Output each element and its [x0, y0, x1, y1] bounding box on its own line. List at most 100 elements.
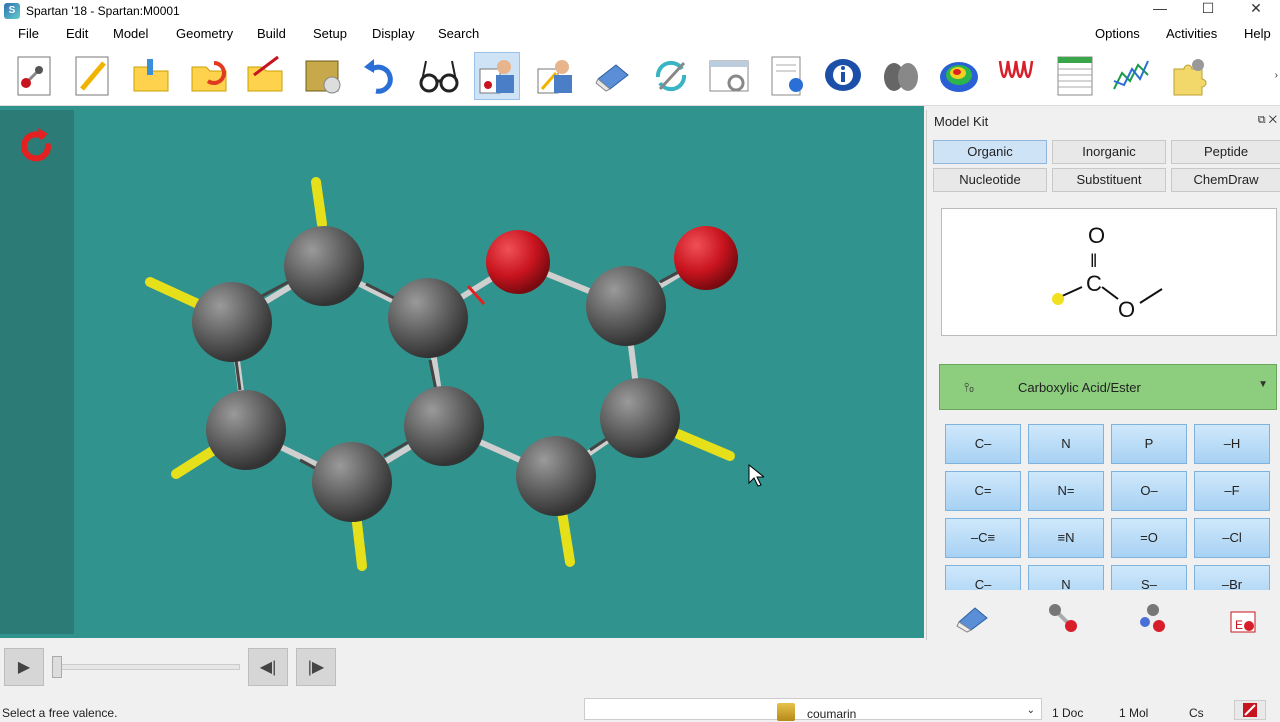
- preview-bond-top: ‖: [1090, 251, 1097, 271]
- frag-carbon-alt[interactable]: C–: [945, 565, 1021, 590]
- animation-controls: ▶ ◀| |▶: [0, 640, 1280, 696]
- bond-icon[interactable]: [1045, 600, 1081, 634]
- spectra-icon[interactable]: [994, 52, 1040, 100]
- info-icon[interactable]: [820, 52, 866, 100]
- preview-atom-top: O: [1088, 223, 1105, 248]
- menu-setup[interactable]: Setup: [313, 26, 347, 41]
- slider-thumb[interactable]: [52, 656, 62, 678]
- view-icon[interactable]: [416, 52, 462, 100]
- eraser-icon[interactable]: [955, 600, 991, 634]
- frag-sp2-nitrogen[interactable]: N=: [1028, 471, 1104, 511]
- open-icon[interactable]: [128, 52, 174, 100]
- status-bar: Select a free valence. coumarin ⌄ 1 Doc …: [0, 698, 1280, 721]
- status-action-button[interactable]: [1234, 700, 1266, 720]
- frag-nitrogen-alt[interactable]: N: [1028, 565, 1104, 590]
- menu-options[interactable]: Options: [1095, 26, 1140, 41]
- tab-nucleotide[interactable]: Nucleotide: [933, 168, 1047, 192]
- tab-organic[interactable]: Organic: [933, 140, 1047, 164]
- document-icon: [777, 703, 795, 721]
- close-button[interactable]: ✕: [1232, 0, 1280, 18]
- spreadsheet-icon[interactable]: [1052, 52, 1098, 100]
- title-bar: S Spartan '18 - Spartan:M0001 — ☐ ✕: [0, 0, 1280, 22]
- tab-chemdraw[interactable]: ChemDraw: [1171, 168, 1280, 192]
- frag-sp-carbon[interactable]: –C≡: [945, 518, 1021, 558]
- mouse-cursor-icon: [748, 464, 764, 487]
- fragment-group-select[interactable]: ⫯ₒ Carboxylic Acid/Ester ▼: [939, 364, 1277, 410]
- frag-hydrogen[interactable]: –H: [1194, 424, 1270, 464]
- frag-sp3-carbon[interactable]: C–: [945, 424, 1021, 464]
- window-title: Spartan '18 - Spartan:M0001: [26, 4, 180, 18]
- menu-geometry[interactable]: Geometry: [176, 26, 233, 41]
- frag-chlorine[interactable]: –Cl: [1194, 518, 1270, 558]
- tab-inorganic[interactable]: Inorganic: [1052, 140, 1166, 164]
- frag-oxygen[interactable]: O–: [1111, 471, 1187, 511]
- add-fragment-icon[interactable]: [474, 52, 520, 100]
- frag-bromine[interactable]: –Br: [1194, 565, 1270, 590]
- minimize-icon[interactable]: [648, 52, 694, 100]
- preview-atom-center: C: [1086, 271, 1102, 296]
- save-as-icon[interactable]: [300, 52, 346, 100]
- animation-slider[interactable]: [54, 664, 240, 670]
- menu-help[interactable]: Help: [1244, 26, 1271, 41]
- delete-icon[interactable]: [590, 52, 636, 100]
- menu-activities[interactable]: Activities: [1166, 26, 1217, 41]
- molecule-3d-model[interactable]: [0, 106, 924, 638]
- svg-text:E: E: [1235, 618, 1243, 632]
- new-build-icon[interactable]: [12, 52, 58, 100]
- step-forward-button[interactable]: |▶: [296, 648, 336, 686]
- menu-display[interactable]: Display: [372, 26, 415, 41]
- save-icon[interactable]: [242, 52, 288, 100]
- mol-count: 1 Mol: [1119, 706, 1149, 720]
- element-icon[interactable]: E: [1225, 600, 1261, 634]
- model-kit-title: Model Kit: [934, 114, 989, 129]
- status-message: Select a free valence.: [2, 706, 118, 720]
- point-group: Cs: [1189, 706, 1204, 720]
- free-valence-dot: [1052, 293, 1064, 305]
- chevron-down-icon: ▼: [1258, 379, 1268, 390]
- play-button[interactable]: ▶: [4, 648, 44, 686]
- atoms-icon[interactable]: [1135, 600, 1171, 634]
- output-icon[interactable]: [764, 52, 810, 100]
- carboxylic-acid-icon: ⫯ₒ: [964, 379, 974, 394]
- frag-phosphorus[interactable]: P: [1111, 424, 1187, 464]
- edit-icon[interactable]: [70, 52, 116, 100]
- frag-sp-nitrogen[interactable]: ≡N: [1028, 518, 1104, 558]
- menu-model[interactable]: Model: [113, 26, 148, 41]
- tab-peptide[interactable]: Peptide: [1171, 140, 1280, 164]
- menu-search[interactable]: Search: [438, 26, 479, 41]
- open-recent-icon[interactable]: [186, 52, 232, 100]
- orbitals-icon[interactable]: [878, 52, 924, 100]
- model-kit-panel: Model Kit ⧉ ✕ Organic Inorganic Peptide …: [926, 110, 1280, 640]
- chevron-down-icon: ⌄: [1026, 705, 1035, 716]
- plots-icon[interactable]: [1108, 52, 1154, 100]
- properties-icon[interactable]: [706, 52, 752, 100]
- maximize-button[interactable]: ☐: [1184, 0, 1232, 18]
- molecule-viewport[interactable]: [0, 106, 924, 638]
- panel-controls[interactable]: ⧉ ✕: [1258, 114, 1277, 127]
- frag-sulfur[interactable]: S–: [1111, 565, 1187, 590]
- fragment-grid: C– N P –H C= N= O– –F –C≡ ≡N =O –Cl C– N…: [941, 422, 1280, 590]
- toolbar-overflow-icon[interactable]: ›: [1275, 70, 1278, 81]
- edit-build-icon[interactable]: [532, 52, 578, 100]
- minimize-button[interactable]: —: [1136, 0, 1184, 18]
- frag-sp3-nitrogen[interactable]: N: [1028, 424, 1104, 464]
- model-kit-header: Model Kit ⧉ ✕: [927, 110, 1280, 134]
- step-back-button[interactable]: ◀|: [248, 648, 288, 686]
- document-name: coumarin: [807, 707, 857, 721]
- frag-fluorine[interactable]: –F: [1194, 471, 1270, 511]
- frag-sp2-carbon[interactable]: C=: [945, 471, 1021, 511]
- doc-count: 1 Doc: [1052, 706, 1084, 720]
- tab-substituent[interactable]: Substituent: [1052, 168, 1166, 192]
- fragment-group-label: Carboxylic Acid/Ester: [1018, 379, 1141, 395]
- document-select[interactable]: coumarin ⌄: [584, 698, 1042, 721]
- exit-icon: [1243, 703, 1257, 717]
- frag-carbonyl-oxygen[interactable]: =O: [1111, 518, 1187, 558]
- menu-bar: File Edit Model Geometry Build Setup Dis…: [0, 22, 1280, 46]
- map-icon[interactable]: [936, 52, 982, 100]
- menu-file[interactable]: File: [18, 26, 39, 41]
- main-toolbar: ›: [0, 46, 1280, 106]
- undo-icon[interactable]: [358, 52, 404, 100]
- modify-icon[interactable]: [1166, 52, 1212, 100]
- menu-edit[interactable]: Edit: [66, 26, 88, 41]
- menu-build[interactable]: Build: [257, 26, 286, 41]
